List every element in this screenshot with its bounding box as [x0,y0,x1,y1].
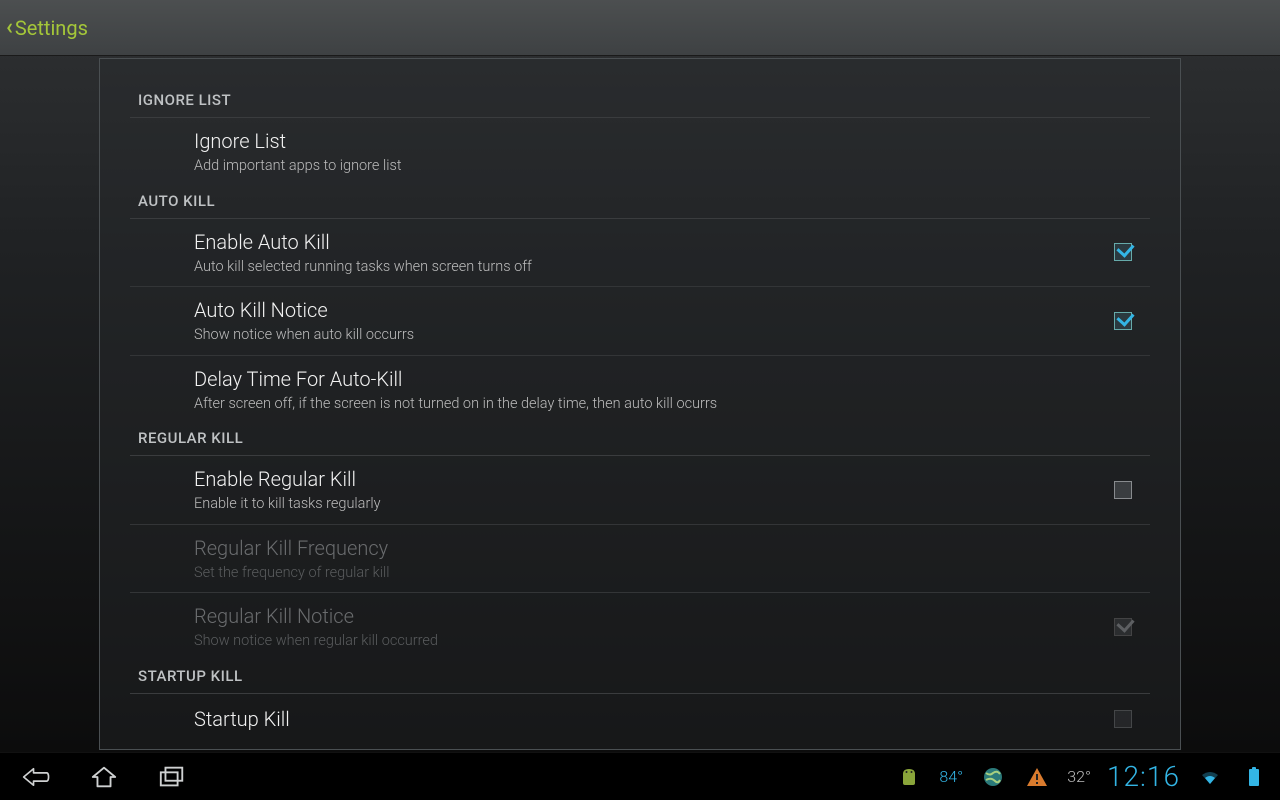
row-subtitle: After screen off, if the screen is not t… [194,394,1132,414]
android-icon[interactable] [895,763,923,791]
row-subtitle: Set the frequency of regular kill [194,563,1132,583]
globe-icon[interactable] [979,763,1007,791]
wifi-icon[interactable] [1196,763,1224,791]
row-enable-auto-kill[interactable]: Enable Auto Kill Auto kill selected runn… [130,219,1150,288]
checkbox-startup-kill[interactable] [1114,710,1132,728]
checkbox-auto-kill-notice[interactable] [1114,312,1132,330]
settings-panel: IGNORE LIST Ignore List Add important ap… [99,58,1181,750]
row-title: Regular Kill Notice [194,603,1098,629]
checkbox-enable-auto-kill[interactable] [1114,243,1132,261]
clock[interactable]: 12:16 [1107,760,1180,793]
warning-icon[interactable] [1023,763,1051,791]
section-auto-kill: AUTO KILL [130,186,1150,219]
battery-icon[interactable] [1240,763,1268,791]
row-subtitle: Enable it to kill tasks regularly [194,494,1098,514]
section-ignore-list: IGNORE LIST [130,85,1150,118]
temperature-2[interactable]: 32° [1067,767,1091,786]
section-startup-kill: STARTUP KILL [130,661,1150,694]
row-subtitle: Auto kill selected running tasks when sc… [194,257,1098,277]
row-subtitle: Add important apps to ignore list [194,156,1132,176]
row-title: Delay Time For Auto-Kill [194,366,1132,392]
system-navbar: 84° 32° 12:16 [0,752,1280,800]
row-title: Enable Auto Kill [194,229,1098,255]
row-delay-auto-kill[interactable]: Delay Time For Auto-Kill After screen of… [130,356,1150,424]
row-auto-kill-notice[interactable]: Auto Kill Notice Show notice when auto k… [130,287,1150,356]
recents-icon[interactable] [158,763,186,791]
home-icon[interactable] [90,763,118,791]
row-startup-kill[interactable]: Startup Kill [130,694,1150,734]
row-ignore-list[interactable]: Ignore List Add important apps to ignore… [130,118,1150,186]
temperature-1[interactable]: 84° [939,767,963,786]
row-regular-kill-notice: Regular Kill Notice Show notice when reg… [130,593,1150,661]
row-title: Enable Regular Kill [194,466,1098,492]
settings-scroll[interactable]: IGNORE LIST Ignore List Add important ap… [100,85,1180,749]
checkbox-enable-regular-kill[interactable] [1114,481,1132,499]
content-area: IGNORE LIST Ignore List Add important ap… [0,56,1280,752]
row-subtitle: Show notice when regular kill occurred [194,631,1098,651]
row-subtitle: Show notice when auto kill occurrs [194,325,1098,345]
section-regular-kill: REGULAR KILL [130,423,1150,456]
action-bar: ‹ Settings [0,0,1280,56]
row-regular-kill-frequency: Regular Kill Frequency Set the frequency… [130,525,1150,594]
row-title: Ignore List [194,128,1132,154]
back-caret-icon[interactable]: ‹ [6,15,13,40]
row-title: Regular Kill Frequency [194,535,1132,561]
page-title[interactable]: Settings [15,16,88,40]
back-icon[interactable] [22,763,50,791]
row-title: Startup Kill [194,706,1098,732]
row-title: Auto Kill Notice [194,297,1098,323]
checkbox-regular-kill-notice [1114,618,1132,636]
row-enable-regular-kill[interactable]: Enable Regular Kill Enable it to kill ta… [130,456,1150,525]
